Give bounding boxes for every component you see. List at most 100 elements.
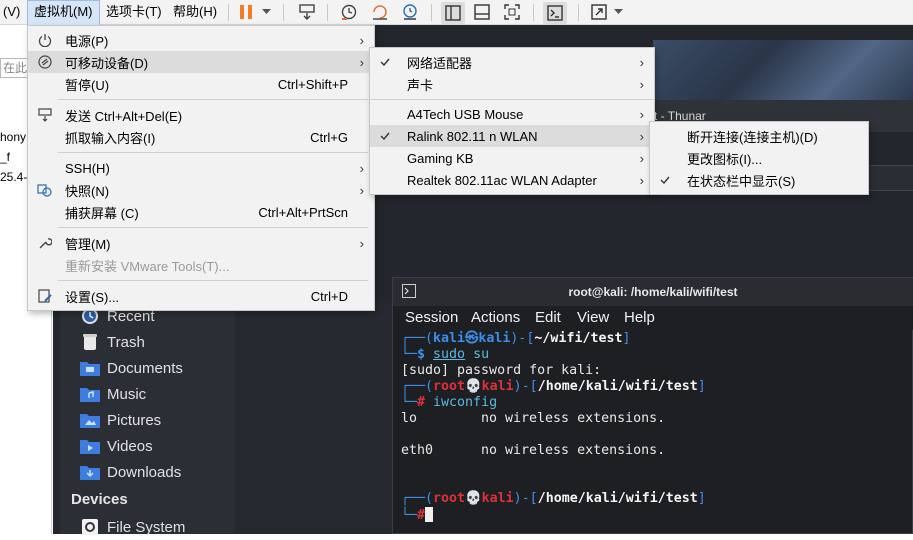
- toolbar-separator: [283, 4, 284, 21]
- menu-vm[interactable]: 虚拟机(M): [27, 0, 100, 26]
- vm-menu-item-settings[interactable]: 设置(S)... Ctrl+D: [28, 285, 374, 307]
- menu-item-label: 捕获屏幕 (C): [65, 205, 139, 221]
- menu-item-label: Ralink 802.11 n WLAN: [407, 128, 538, 144]
- terminal-menu-session[interactable]: Session: [405, 306, 458, 330]
- music-folder-icon: [80, 385, 100, 403]
- sidebar-section-devices: Devices: [71, 491, 128, 508]
- submenu-arrow-icon: ›: [639, 128, 644, 144]
- menu-item-label: 可移动设备(D): [65, 55, 149, 71]
- show-library-icon[interactable]: [441, 2, 465, 24]
- menu-separator: [58, 99, 368, 100]
- wrench-icon: [36, 234, 54, 252]
- snapshot-manager-icon[interactable]: [400, 3, 420, 21]
- sidebar-item-documents[interactable]: Documents: [80, 355, 183, 381]
- terminal-menu-edit[interactable]: Edit: [535, 306, 561, 330]
- desktop-wallpaper-fragment: [653, 40, 913, 100]
- full-screen-icon[interactable]: [502, 3, 522, 21]
- toolbar-separator: [228, 4, 229, 21]
- wlan-item-change-icon[interactable]: 更改图标(I)...: [650, 147, 868, 169]
- send-ctrl-alt-del-icon[interactable]: [297, 3, 317, 21]
- menu-item-label: A4Tech USB Mouse: [407, 106, 524, 122]
- menu-item-label: 抓取输入内容(I): [65, 130, 156, 146]
- vm-menu-item-pause[interactable]: 暂停(U) Ctrl+Shift+P: [28, 73, 374, 95]
- menu-item-shortcut: Ctrl+D: [310, 288, 348, 304]
- sidebar-item-videos[interactable]: Videos: [80, 433, 153, 459]
- terminal-line: └─#: [401, 507, 913, 524]
- menu-help[interactable]: 帮助(H): [167, 0, 223, 24]
- menu-item-label: 电源(P): [65, 33, 109, 49]
- wlan-item-show-in-statusbar[interactable]: 在状态栏中显示(S): [650, 169, 868, 191]
- sidebar-item-label: Videos: [107, 437, 153, 455]
- pause-icon[interactable]: [236, 3, 256, 21]
- menu-separator: [58, 280, 368, 281]
- device-item-sound-card[interactable]: 声卡 ›: [370, 73, 654, 95]
- submenu-arrow-icon: ›: [639, 106, 644, 122]
- menu-tabs[interactable]: 选项卡(T): [100, 0, 168, 24]
- wlan-item-disconnect[interactable]: 断开连接(连接主机)(D): [650, 125, 868, 147]
- terminal-menu-actions[interactable]: Actions: [471, 306, 520, 330]
- pause-dropdown-chevron-icon[interactable]: [260, 3, 272, 21]
- menu-item-shortcut: Ctrl+Shift+P: [277, 76, 348, 92]
- vm-menu-item-ssh[interactable]: SSH(H) ›: [28, 157, 374, 179]
- stretch-dropdown-chevron-icon[interactable]: [612, 3, 624, 21]
- snapshot-revert-icon[interactable]: [370, 3, 390, 21]
- terminal-output[interactable]: ┌──(kali㉿kali)-[~/wifi/test] └─$ sudo su[…: [401, 331, 913, 534]
- device-item-realtek-wlan[interactable]: Realtek 802.11ac WLAN Adapter ›: [370, 169, 654, 191]
- submenu-arrow-icon: ›: [639, 76, 644, 92]
- menu-item-label: 暂停(U): [65, 77, 110, 93]
- vm-menu-item-send-ctrl-alt-del[interactable]: 发送 Ctrl+Alt+Del(E): [28, 104, 374, 126]
- console-view-icon[interactable]: [543, 2, 567, 24]
- vm-menu-item-removable-devices[interactable]: 可移动设备(D) ›: [28, 51, 374, 73]
- sidebar-item-downloads[interactable]: Downloads: [80, 459, 181, 485]
- menu-separator: [370, 99, 654, 100]
- menu-item-shortcut: Ctrl+G: [310, 129, 348, 145]
- menu-item-label: Gaming KB: [407, 150, 474, 166]
- submenu-arrow-icon: ›: [359, 182, 364, 198]
- stretch-guest-icon[interactable]: [589, 3, 609, 21]
- library-item-text[interactable]: hony: [0, 130, 26, 144]
- thunar-file-view[interactable]: [235, 300, 392, 534]
- keyboard-icon: [36, 106, 54, 124]
- menu-item-label: Realtek 802.11ac WLAN Adapter: [407, 172, 597, 188]
- sidebar-item-file-system[interactable]: File System: [80, 514, 185, 540]
- submenu-arrow-icon: ›: [639, 54, 644, 70]
- documents-folder-icon: [80, 359, 100, 377]
- menu-item-label: SSH(H): [65, 160, 110, 176]
- trash-icon: [80, 333, 100, 351]
- device-item-ralink-wlan[interactable]: Ralink 802.11 n WLAN ›: [370, 125, 654, 147]
- downloads-folder-icon: [80, 463, 100, 481]
- menu-item-label: 更改图标(I)...: [687, 151, 763, 167]
- library-item-text[interactable]: _f: [0, 150, 10, 164]
- device-item-a4tech-mouse[interactable]: A4Tech USB Mouse ›: [370, 103, 654, 125]
- vm-menu-item-power[interactable]: 电源(P) ›: [28, 29, 374, 51]
- device-item-gaming-kb[interactable]: Gaming KB ›: [370, 147, 654, 169]
- vm-menu-item-manage[interactable]: 管理(M) ›: [28, 232, 374, 254]
- removable-devices-menu: 网络适配器 › 声卡 › A4Tech USB Mouse › Ralink 8…: [369, 47, 655, 195]
- terminal-menu-help[interactable]: Help: [624, 306, 655, 330]
- sidebar-item-label: File System: [107, 518, 186, 536]
- library-item-text[interactable]: 25.4-: [0, 170, 27, 184]
- thumbnail-bar-icon[interactable]: [472, 3, 492, 21]
- terminal-title: root@kali: /home/kali/wifi/test: [568, 285, 738, 299]
- checkmark-icon: [656, 171, 674, 189]
- sidebar-item-trash[interactable]: Trash: [80, 329, 145, 355]
- device-item-network-adapter[interactable]: 网络适配器 ›: [370, 51, 654, 73]
- menu-item-label: 快照(N): [65, 183, 110, 199]
- menu-item-label: 管理(M): [65, 236, 111, 252]
- sidebar-item-music[interactable]: Music: [80, 381, 146, 407]
- submenu-arrow-icon: ›: [639, 172, 644, 188]
- vm-menu-item-capture-screen[interactable]: 捕获屏幕 (C) Ctrl+Alt+PrtScn: [28, 201, 374, 223]
- menu-separator: [58, 152, 368, 153]
- terminal-menu-view[interactable]: View: [577, 306, 609, 330]
- settings-icon: [36, 287, 54, 305]
- sidebar-item-label: Documents: [107, 359, 183, 377]
- vm-menu-item-snapshot[interactable]: 快照(N) ›: [28, 179, 374, 201]
- snapshot-take-icon[interactable]: [339, 3, 359, 21]
- menu-item-label: 设置(S)...: [65, 289, 120, 305]
- menu-item-label: 在状态栏中显示(S): [687, 173, 796, 189]
- vm-menu-item-grab-input[interactable]: 抓取输入内容(I) Ctrl+G: [28, 126, 374, 148]
- vm-menu-item-reinstall-vmware-tools: 重新安装 VMware Tools(T)...: [28, 254, 374, 276]
- sidebar-item-pictures[interactable]: Pictures: [80, 407, 161, 433]
- toolbar-separator: [533, 4, 534, 21]
- menu-view-partial[interactable]: (V): [0, 0, 26, 24]
